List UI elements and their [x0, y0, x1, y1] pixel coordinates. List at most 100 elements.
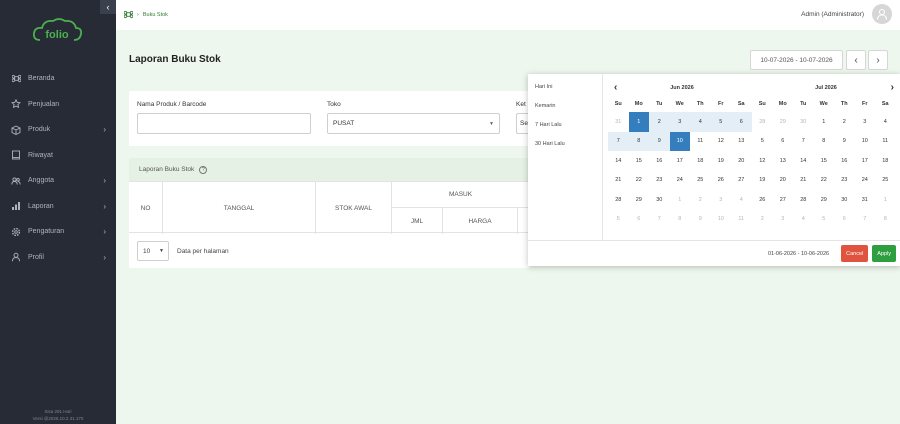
calendar-day[interactable]: 5 — [814, 210, 835, 230]
sidebar-item-laporan[interactable]: Laporan › — [0, 194, 116, 220]
calendar-day[interactable]: 4 — [793, 210, 814, 230]
column-header-harga[interactable]: HARGA — [443, 208, 518, 234]
calendar-day[interactable]: 2 — [834, 112, 855, 132]
calendar-day[interactable]: 1 — [670, 190, 691, 210]
calendar-day[interactable]: 29 — [629, 190, 650, 210]
calendar-next-button[interactable]: › — [891, 80, 894, 96]
calendar-day[interactable]: 7 — [855, 210, 876, 230]
next-date-button[interactable]: › — [868, 50, 888, 70]
avatar[interactable] — [872, 4, 892, 24]
calendar-day[interactable]: 16 — [834, 151, 855, 171]
calendar-day[interactable]: 14 — [608, 151, 629, 171]
calendar-day[interactable]: 17 — [855, 151, 876, 171]
calendar-day[interactable]: 22 — [629, 171, 650, 191]
calendar-day[interactable]: 24 — [670, 171, 691, 191]
calendar-day[interactable]: 2 — [649, 112, 670, 132]
breadcrumb-current[interactable]: Buku Stok — [143, 12, 168, 18]
calendar-day[interactable]: 6 — [773, 132, 794, 152]
calendar-day[interactable]: 23 — [834, 171, 855, 191]
sidebar-item-riwayat[interactable]: Riwayat — [0, 143, 116, 169]
calendar-day[interactable]: 27 — [731, 171, 752, 191]
range-last-7-days[interactable]: 7 Hari Lalu — [535, 122, 562, 128]
calendar-day[interactable]: 1 — [875, 190, 896, 210]
calendar-day[interactable]: 5 — [608, 210, 629, 230]
calendar-day[interactable]: 28 — [608, 190, 629, 210]
calendar-day[interactable]: 2 — [690, 190, 711, 210]
column-header-no[interactable]: NO — [129, 182, 163, 234]
apply-button[interactable]: Apply — [872, 245, 896, 262]
calendar-day[interactable]: 24 — [855, 171, 876, 191]
range-today[interactable]: Hari Ini — [535, 84, 552, 90]
column-header-jml[interactable]: JML — [392, 208, 443, 234]
calendar-day[interactable]: 9 — [690, 210, 711, 230]
calendar-day[interactable]: 4 — [690, 112, 711, 132]
info-icon[interactable]: ? — [199, 165, 208, 174]
calendar-day[interactable]: 31 — [855, 190, 876, 210]
calendar-day[interactable]: 25 — [690, 171, 711, 191]
calendar-day[interactable]: 15 — [814, 151, 835, 171]
calendar-day[interactable]: 18 — [875, 151, 896, 171]
calendar-day[interactable]: 20 — [731, 151, 752, 171]
store-select[interactable]: PUSAT ▼ — [327, 113, 500, 134]
calendar-day[interactable]: 21 — [608, 171, 629, 191]
calendar-day[interactable]: 26 — [711, 171, 732, 191]
calendar-day[interactable]: 11 — [731, 210, 752, 230]
calendar-day[interactable]: 3 — [773, 210, 794, 230]
calendar-day[interactable]: 5 — [710, 112, 731, 132]
calendar-day[interactable]: 3 — [669, 112, 690, 132]
calendar-day[interactable]: 2 — [752, 210, 773, 230]
calendar-day[interactable]: 13 — [731, 132, 752, 152]
calendar-day[interactable]: 7 — [649, 210, 670, 230]
calendar-day[interactable]: 16 — [649, 151, 670, 171]
calendar-day[interactable]: 21 — [793, 171, 814, 191]
calendar-day[interactable]: 15 — [629, 151, 650, 171]
calendar-day[interactable]: 10 — [855, 132, 876, 152]
calendar-day[interactable]: 30 — [793, 112, 814, 132]
calendar-day[interactable]: 12 — [711, 132, 732, 152]
calendar-day[interactable]: 11 — [875, 132, 896, 152]
calendar-day[interactable]: 7 — [793, 132, 814, 152]
calendar-day[interactable]: 1 — [628, 112, 649, 132]
calendar-day[interactable]: 4 — [731, 190, 752, 210]
calendar-day[interactable]: 14 — [793, 151, 814, 171]
calendar-day[interactable]: 8 — [628, 131, 649, 151]
calendar-day[interactable]: 8 — [814, 132, 835, 152]
calendar-day[interactable]: 30 — [834, 190, 855, 210]
calendar-day[interactable]: 23 — [649, 171, 670, 191]
sidebar-item-pengaturan[interactable]: Pengaturan › — [0, 219, 116, 245]
calendar-day[interactable]: 6 — [731, 112, 752, 132]
calendar-day[interactable]: 13 — [773, 151, 794, 171]
calendar-day[interactable]: 18 — [690, 151, 711, 171]
calendar-day[interactable]: 10 — [711, 210, 732, 230]
column-header-masuk[interactable]: MASUK — [392, 182, 529, 208]
calendar-day[interactable]: 29 — [773, 112, 794, 132]
sidebar-item-produk[interactable]: Produk › — [0, 117, 116, 143]
calendar-day[interactable]: 12 — [752, 151, 773, 171]
calendar-day[interactable]: 28 — [752, 112, 773, 132]
range-yesterday[interactable]: Kemarin — [535, 103, 555, 109]
calendar-day[interactable]: 22 — [814, 171, 835, 191]
product-search-input[interactable] — [137, 113, 311, 134]
calendar-day[interactable]: 20 — [773, 171, 794, 191]
calendar-day[interactable]: 8 — [875, 210, 896, 230]
calendar-day[interactable]: 10 — [669, 131, 690, 151]
calendar-day[interactable]: 1 — [814, 112, 835, 132]
user-menu[interactable]: Admin (Administrator) — [801, 4, 892, 24]
sidebar-item-anggota[interactable]: Anggota › — [0, 168, 116, 194]
calendar-day[interactable]: 27 — [773, 190, 794, 210]
per-page-select[interactable]: 10 ▼ — [137, 241, 169, 261]
calendar-day[interactable]: 9 — [649, 131, 670, 151]
calendar-day[interactable]: 28 — [793, 190, 814, 210]
calendar-prev-button[interactable]: ‹ — [614, 80, 617, 96]
calendar-day[interactable]: 19 — [711, 151, 732, 171]
cancel-button[interactable]: Cancel — [841, 245, 869, 262]
command-icon[interactable] — [123, 10, 134, 21]
date-range-button[interactable]: 10-07-2026 - 10-07-2026 — [750, 50, 843, 70]
range-last-30-days[interactable]: 30 Hari Lalu — [535, 141, 565, 147]
sidebar-item-profil[interactable]: Profil › — [0, 245, 116, 271]
calendar-day[interactable]: 8 — [670, 210, 691, 230]
sidebar-item-penjualan[interactable]: Penjualan — [0, 92, 116, 118]
calendar-day[interactable]: 6 — [834, 210, 855, 230]
calendar-day[interactable]: 3 — [711, 190, 732, 210]
calendar-day[interactable]: 7 — [608, 131, 629, 151]
